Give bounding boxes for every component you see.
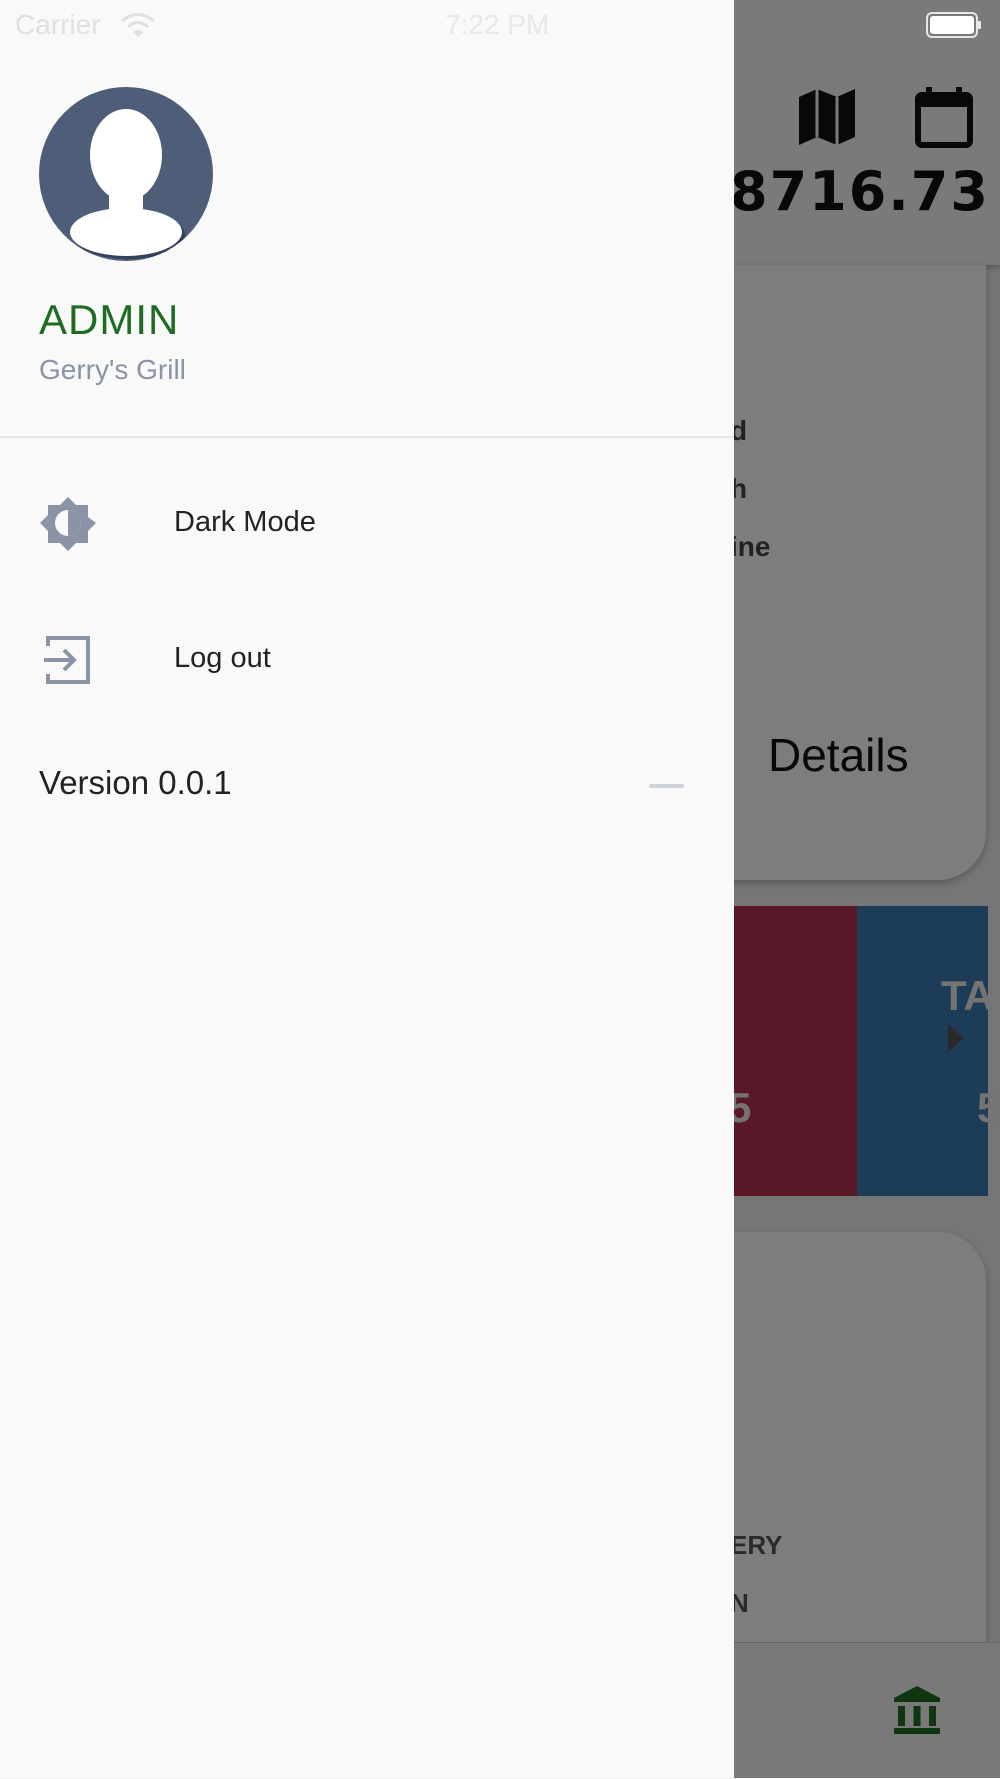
version-label: Version 0.0.1 xyxy=(39,764,232,801)
wifi-icon xyxy=(121,13,155,37)
divider xyxy=(0,436,734,438)
collapse-icon[interactable] xyxy=(649,784,684,788)
status-bar: Carrier 7:22 PM xyxy=(0,0,1000,48)
menu-item-label: Dark Mode xyxy=(174,506,316,538)
menu-item-logout[interactable]: Log out xyxy=(0,604,734,714)
battery-icon xyxy=(926,12,981,38)
logout-icon xyxy=(44,636,90,684)
user-name: ADMIN xyxy=(39,296,180,343)
menu-item-label: Log out xyxy=(174,642,271,674)
navigation-drawer: ADMIN Gerry's Grill Dark Mode Log out Ve… xyxy=(0,0,734,1778)
menu-item-dark-mode[interactable]: Dark Mode xyxy=(0,468,734,578)
status-time: 7:22 PM xyxy=(445,9,550,40)
avatar-icon xyxy=(39,87,213,261)
brightness-icon xyxy=(40,497,96,551)
organization-name: Gerry's Grill xyxy=(39,354,186,385)
carrier-label: Carrier xyxy=(15,9,101,40)
